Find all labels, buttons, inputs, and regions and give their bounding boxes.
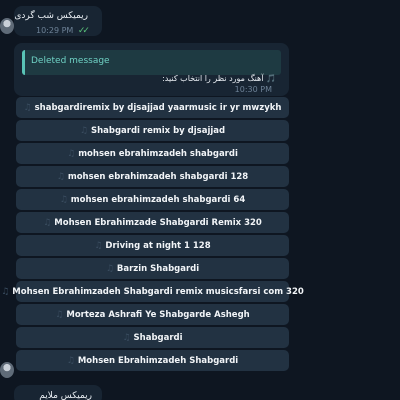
music-note-icon: ♫ [67,148,76,159]
keyboard-button[interactable]: ♫ mohsen ebrahimzadeh shabgardi [16,143,289,164]
music-note-icon: ♫ [59,194,68,205]
music-note-icon: ♫ [79,125,88,136]
music-note-icon: ♫ [43,217,52,228]
time-text: 10:29 PM [36,26,74,35]
keyboard-button-label: Mohsen Ebrahimzade Shabgardi Remix 320 [54,217,262,228]
music-note-icon: ♫ [55,309,64,320]
avatar[interactable] [0,18,14,34]
keyboard-button-label: Driving at night 1 128 [105,240,211,251]
keyboard-button[interactable]: ♫ Mohsen Ebrahimzade Shabgardi Remix 320 [16,212,289,233]
keyboard-button-label: Shabgardi [133,332,183,343]
keyboard-button[interactable]: ♫ Barzin Shabgardi [16,258,289,279]
avatar[interactable] [0,362,14,378]
keyboard-button-label: mohsen ebrahimzadeh shabgardi 128 [67,171,249,182]
keyboard-button[interactable]: ♫ Morteza Ashrafi Ye Shabgarde Ashegh [16,304,289,325]
keyboard-button[interactable]: ♫ mohsen ebrahimzadeh shabgardi 64 [16,189,289,210]
music-note-icon: ♫ [94,240,103,251]
reply-quote-text: Deleted message [31,56,110,66]
music-note-icon: ♫ [105,263,114,274]
music-note-icon: ♫ [1,286,10,297]
message-bubble[interactable]: ریمیکس ملایم طولانی [14,385,102,400]
keyboard-button-label: Shabgardi remix by djsajjad [90,125,226,136]
message-time: 10:30 PM [234,85,272,94]
message-text: ریمیکس شب گردی [14,11,88,21]
reply-quote[interactable]: Deleted message [22,50,281,75]
keyboard-button-label: shabgardiremix by djsajjad yaarmusic ir … [34,102,282,113]
keyboard-button-label: Mohsen Ebrahimzadeh Shabgardi remix musi… [12,286,304,297]
keyboard-button-label: Barzin Shabgardi [116,263,200,274]
keyboard-button[interactable]: ♫ Driving at night 1 128 [16,235,289,256]
keyboard-button[interactable]: ♫ mohsen ebrahimzadeh shabgardi 128 [16,166,289,187]
keyboard-button-label: mohsen ebrahimzadeh shabgardi 64 [70,194,246,205]
keyboard-button-label: mohsen ebrahimzadeh shabgardi [78,148,238,159]
keyboard-button[interactable]: ♫ Shabgardi remix by djsajjad [16,120,289,141]
keyboard-button[interactable]: ♫ shabgardiremix by djsajjad yaarmusic ir… [16,97,289,118]
keyboard-button[interactable]: ♫ Mohsen Ebrahimzadeh Shabgardi remix mus… [1,281,304,302]
keyboard-button[interactable]: ♫ Shabgardi [16,327,289,348]
keyboard-button-label: Morteza Ashrafi Ye Shabgarde Ashegh [66,309,250,320]
keyboard-button[interactable]: ♫ Mohsen Ebrahimzadeh Shabgardi [16,350,289,371]
music-note-icon: ♫ [23,102,32,113]
read-checks-icon: ✓✓ [77,26,90,36]
music-note-icon: ♫ [66,355,75,366]
message-time: 10:29 PM ✓✓ [36,26,90,36]
message-text: ریمیکس ملایم طولانی [39,391,92,400]
keyboard-button-label: Mohsen Ebrahimzadeh Shabgardi [77,355,239,366]
music-note-icon: ♫ [56,171,65,182]
music-note-icon: ♫ [122,332,131,343]
bot-prompt-text: 🎵 آهنگ مورد نظر را انتخاب کنید: [162,74,276,83]
